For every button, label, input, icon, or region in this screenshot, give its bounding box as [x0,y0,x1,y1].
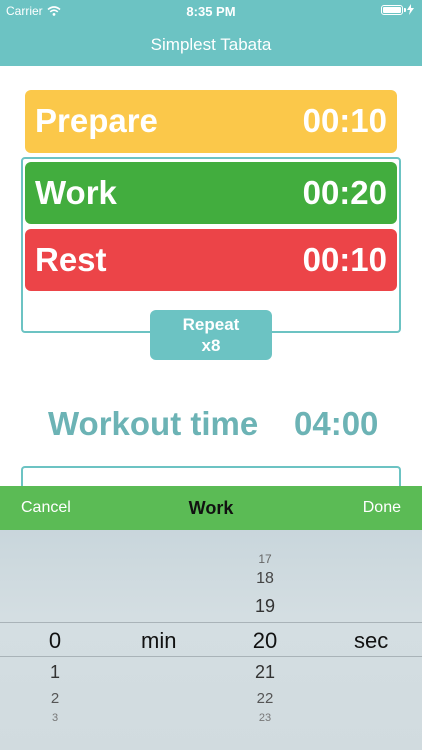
selection-line-top [0,622,422,623]
minutes-option[interactable]: 1 [25,662,85,683]
rest-interval[interactable]: Rest 00:10 [25,229,397,291]
repeat-button[interactable]: Repeat x8 [150,310,272,360]
minutes-selected[interactable]: 0 [25,628,85,654]
time-picker-wheel[interactable]: 0 1 2 3 min 17 18 19 20 21 22 23 sec [0,530,422,750]
seconds-option[interactable]: 17 [235,552,295,566]
work-label: Work [35,174,117,211]
status-bar: Carrier 8:35 PM [0,0,422,22]
work-time: 00:20 [302,174,387,211]
minutes-option[interactable]: 2 [25,690,85,707]
seconds-unit-label: sec [354,628,389,653]
minutes-option[interactable]: 3 [25,712,85,724]
top-header: Carrier 8:35 PM Simplest Tabata [0,0,422,66]
rest-label: Rest [35,241,107,278]
workout-time-label: Workout time [48,405,259,442]
nav-title: Simplest Tabata [150,35,272,54]
work-interval[interactable]: Work 00:20 [25,162,397,224]
repeat-count: x8 [201,336,221,355]
seconds-option[interactable]: 23 [235,712,295,724]
prepare-time: 00:10 [302,102,387,139]
cancel-button[interactable]: Cancel [21,499,71,517]
battery-icon [381,4,406,15]
rest-time: 00:10 [302,241,387,278]
charging-bolt-icon [407,4,414,15]
seconds-selected[interactable]: 20 [235,628,295,654]
seconds-option[interactable]: 21 [235,662,295,683]
workout-time-value: 04:00 [294,405,379,442]
minutes-unit-label: min [141,628,177,653]
seconds-option[interactable]: 18 [235,570,295,588]
seconds-option[interactable]: 19 [235,596,295,617]
seconds-option[interactable]: 22 [235,690,295,707]
prepare-label: Prepare [35,102,158,139]
prepare-interval[interactable]: Prepare 00:10 [25,90,397,153]
selection-line-bottom [0,656,422,657]
repeat-label: Repeat [182,315,240,334]
done-button[interactable]: Done [363,499,401,517]
clock: 8:35 PM [186,4,236,19]
picker-toolbar: Cancel Work Done [0,486,422,530]
